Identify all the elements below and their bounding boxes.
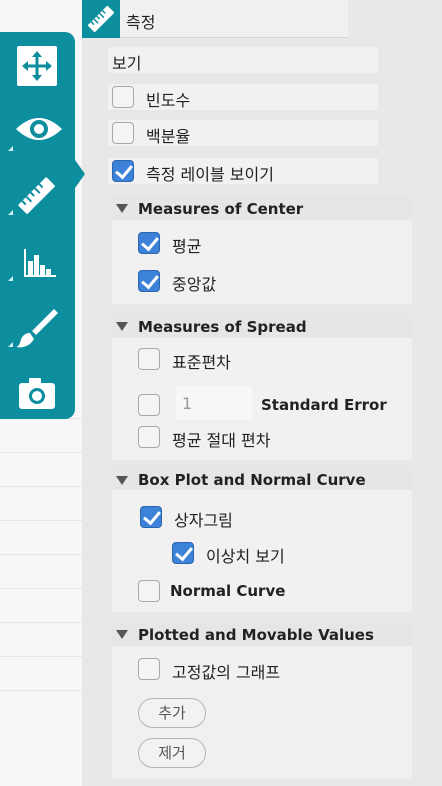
percent-checkbox[interactable] — [112, 122, 134, 144]
tool-palette — [0, 32, 75, 419]
outliers-label: 이상치 보기 — [206, 547, 285, 566]
plotted-section: Plotted and Movable Values 고정값의 그래프 추가 제… — [112, 622, 412, 778]
show-labels-checkbox[interactable] — [112, 160, 134, 182]
panel-title: 측정 — [126, 13, 156, 32]
active-tool-pointer — [75, 160, 85, 188]
mean-label: 평균 — [172, 237, 202, 256]
frequency-label: 빈도수 — [146, 91, 191, 110]
plotted-title: Plotted and Movable Values — [138, 626, 374, 644]
mean-row[interactable]: 평균 — [136, 230, 386, 256]
spread-section: Measures of Spread 표준편차 Standard Error 평… — [112, 314, 412, 460]
spread-title: Measures of Spread — [138, 318, 307, 336]
mad-row[interactable]: 평균 절대 편차 — [136, 424, 386, 450]
camera-tool-button[interactable] — [0, 360, 75, 422]
normal-row[interactable]: Normal Curve — [136, 578, 386, 604]
box-label: 상자그림 — [174, 511, 233, 530]
add-button[interactable]: 추가 — [138, 698, 206, 728]
center-header[interactable]: Measures of Center — [112, 196, 412, 220]
collapse-triangle-icon[interactable] — [116, 204, 128, 213]
mad-label: 평균 절대 편차 — [172, 431, 271, 450]
fixed-graph-row[interactable]: 고정값의 그래프 — [136, 656, 386, 682]
median-label: 중앙값 — [172, 275, 217, 294]
boxplot-section: Box Plot and Normal Curve 상자그림 이상치 보기 No… — [112, 466, 412, 612]
percent-row[interactable]: 백분율 — [108, 120, 378, 146]
std-error-input[interactable] — [176, 386, 252, 420]
frequency-row[interactable]: 빈도수 — [108, 84, 378, 110]
outliers-checkbox[interactable] — [172, 542, 194, 564]
mean-checkbox[interactable] — [138, 232, 160, 254]
boxplot-header[interactable]: Box Plot and Normal Curve — [112, 466, 412, 490]
show-labels-label: 측정 레이블 보이기 — [146, 165, 274, 184]
frequency-checkbox[interactable] — [112, 86, 134, 108]
collapse-triangle-icon[interactable] — [116, 322, 128, 331]
percent-label: 백분율 — [146, 127, 191, 146]
outliers-row[interactable]: 이상치 보기 — [168, 540, 388, 566]
camera-icon — [19, 378, 55, 409]
view-label: 보기 — [112, 54, 142, 73]
center-section: Measures of Center 평균 중앙값 — [112, 196, 412, 304]
ruler-icon — [82, 0, 120, 38]
fixed-graph-checkbox[interactable] — [138, 658, 160, 680]
median-checkbox[interactable] — [138, 270, 160, 292]
collapse-triangle-icon[interactable] — [116, 476, 128, 485]
std-dev-label: 표준편차 — [172, 353, 231, 372]
center-title: Measures of Center — [138, 200, 304, 218]
normal-checkbox[interactable] — [138, 580, 160, 602]
eye-icon — [16, 118, 62, 140]
box-row[interactable]: 상자그림 — [136, 504, 386, 530]
median-row[interactable]: 중앙값 — [136, 268, 386, 294]
plotted-header[interactable]: Plotted and Movable Values — [112, 622, 412, 646]
measure-tool-button[interactable] — [0, 162, 75, 224]
collapse-triangle-icon[interactable] — [116, 630, 128, 639]
boxplot-title: Box Plot and Normal Curve — [138, 471, 366, 489]
view-tool-button[interactable] — [0, 98, 75, 160]
brush-tool-button[interactable] — [0, 294, 75, 356]
std-error-checkbox[interactable] — [138, 394, 160, 416]
mad-checkbox[interactable] — [138, 426, 160, 448]
panel-header: 측정 — [82, 0, 348, 38]
graph-tool-button[interactable] — [0, 228, 75, 290]
fixed-graph-label: 고정값의 그래프 — [172, 663, 281, 682]
std-dev-row[interactable]: 표준편차 — [136, 346, 386, 372]
ruler-icon — [18, 177, 55, 214]
std-dev-checkbox[interactable] — [138, 348, 160, 370]
move-arrows-icon — [17, 46, 57, 86]
move-tool-button[interactable] — [0, 32, 75, 94]
std-error-label: Standard Error — [261, 396, 387, 414]
normal-label: Normal Curve — [170, 582, 286, 600]
view-group: 보기 — [108, 47, 378, 73]
box-checkbox[interactable] — [140, 506, 162, 528]
histogram-icon — [24, 249, 56, 277]
remove-button[interactable]: 제거 — [138, 738, 206, 768]
spread-header[interactable]: Measures of Spread — [112, 314, 412, 338]
show-labels-row[interactable]: 측정 레이블 보이기 — [108, 158, 378, 184]
brush-icon — [16, 309, 58, 348]
